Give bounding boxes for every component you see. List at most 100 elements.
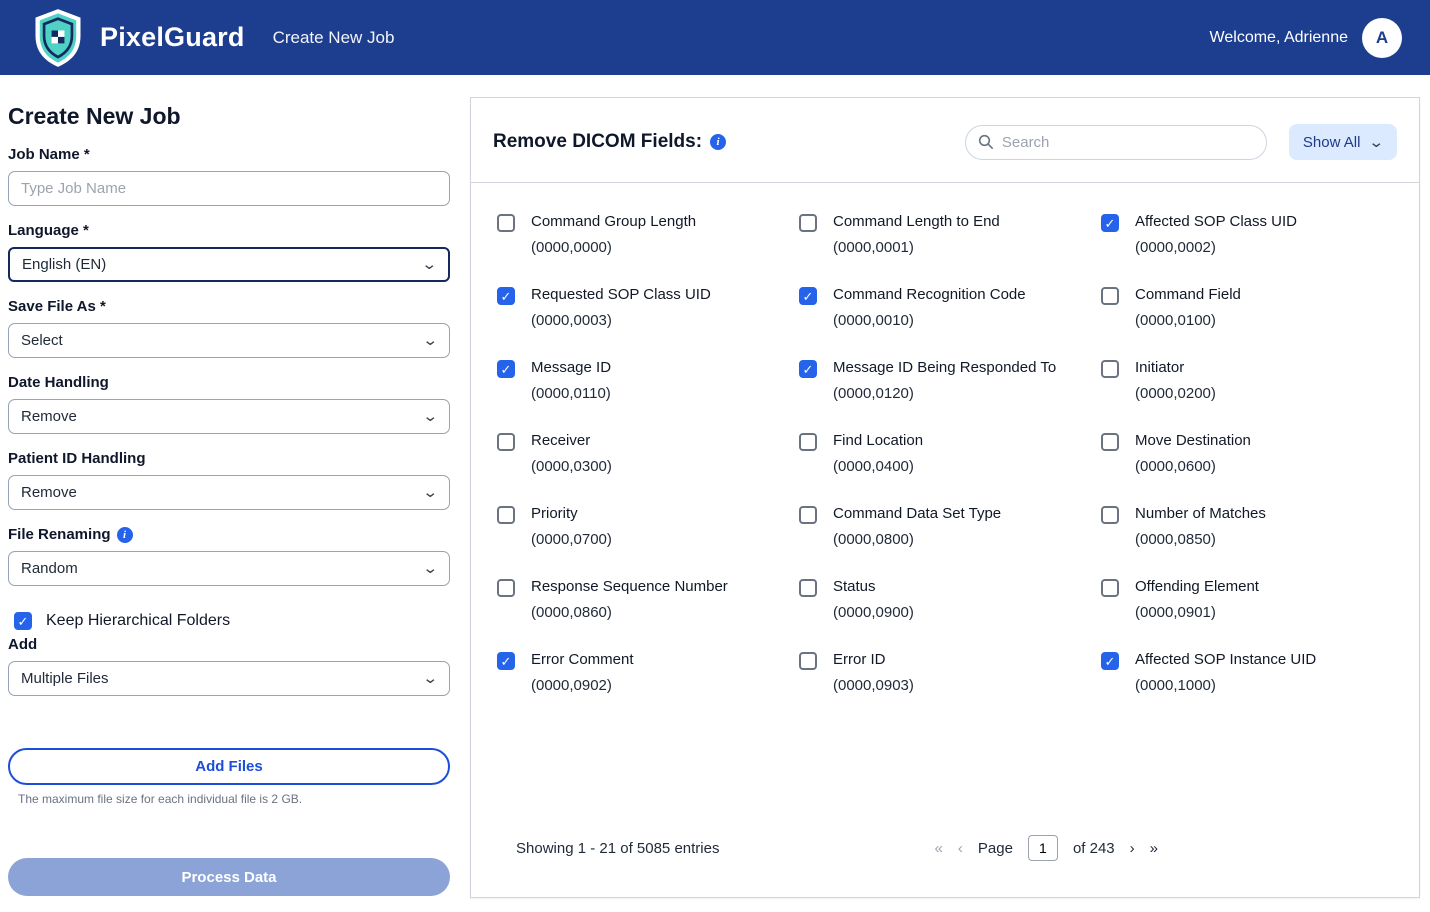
dicom-field-label: Response Sequence Number	[531, 578, 728, 595]
dicom-field-label: Offending Element	[1135, 578, 1259, 595]
date-handling-select[interactable]: Remove ⌄	[8, 399, 450, 434]
save-file-as-label: Save File As *	[8, 298, 106, 315]
dicom-field-item: Number of Matches (0000,0850)	[1101, 505, 1393, 548]
add-files-button[interactable]: Add Files	[8, 748, 450, 785]
dicom-field-checkbox[interactable]	[1101, 579, 1119, 597]
dicom-field-checkbox[interactable]	[497, 652, 515, 670]
dicom-field-label: Affected SOP Instance UID	[1135, 651, 1317, 668]
dicom-field-item: Move Destination (0000,0600)	[1101, 432, 1393, 475]
dicom-field-code: (0000,0200)	[1135, 385, 1216, 402]
dicom-field-item: Offending Element (0000,0901)	[1101, 578, 1393, 621]
dicom-field-item: Message ID Being Responded To (0000,0120)	[799, 359, 1091, 402]
chevron-down-icon: ⌄	[422, 332, 439, 349]
chevron-down-icon: ⌄	[1368, 133, 1385, 151]
dicom-field-checkbox[interactable]	[497, 214, 515, 232]
dicom-field-label: Affected SOP Class UID	[1135, 213, 1298, 230]
dicom-field-item: Command Data Set Type (0000,0800)	[799, 505, 1091, 548]
dicom-field-code: (0000,0902)	[531, 677, 612, 694]
dicom-field-label: Find Location	[833, 432, 924, 449]
chevron-down-icon: ⌄	[422, 484, 439, 501]
create-job-form: Create New Job Job Name * Language * Eng…	[0, 75, 450, 896]
info-icon[interactable]: i	[710, 134, 727, 150]
show-all-dropdown[interactable]: Show All ⌄	[1288, 124, 1397, 160]
dicom-field-code: (0000,0903)	[833, 677, 914, 694]
dicom-field-checkbox[interactable]	[1101, 652, 1119, 670]
file-renaming-select[interactable]: Random ⌄	[8, 551, 450, 586]
search-input[interactable]	[1001, 133, 1254, 151]
page-number-input[interactable]	[1027, 835, 1058, 861]
dicom-field-code: (0000,0800)	[833, 531, 914, 548]
dicom-field-checkbox[interactable]	[799, 287, 817, 305]
dicom-field-code: (0000,0860)	[531, 604, 612, 621]
dicom-field-code: (0000,0850)	[1135, 531, 1216, 548]
dicom-field-code: (0000,0900)	[833, 604, 914, 621]
welcome-text: Welcome, Adrienne	[1209, 28, 1348, 46]
dicom-field-checkbox[interactable]	[1101, 506, 1119, 524]
panel-title: Remove DICOM Fields: i	[493, 131, 727, 153]
dicom-field-label: Receiver	[531, 432, 591, 449]
dicom-field-label: Requested SOP Class UID	[531, 286, 711, 303]
dicom-field-item: Priority (0000,0700)	[497, 505, 789, 548]
dicom-field-code: (0000,0001)	[833, 239, 914, 256]
dicom-field-checkbox[interactable]	[799, 433, 817, 451]
info-icon[interactable]: i	[116, 526, 133, 543]
dicom-field-checkbox[interactable]	[799, 579, 817, 597]
dicom-field-label: Error ID	[833, 651, 886, 668]
dicom-field-label: Initiator	[1135, 359, 1185, 376]
dicom-field-label: Command Recognition Code	[833, 286, 1026, 303]
add-label: Add	[8, 636, 38, 653]
show-all-label: Show All	[1302, 133, 1361, 151]
dicom-field-label: Message ID Being Responded To	[833, 359, 1057, 376]
avatar[interactable]: A	[1362, 17, 1402, 58]
nav-item-create-new-job[interactable]: Create New Job	[273, 28, 395, 48]
add-select-value: Multiple Files	[21, 670, 109, 687]
panel-title-text: Remove DICOM Fields:	[493, 131, 703, 152]
prev-page-button[interactable]: ‹	[958, 840, 963, 857]
dicom-field-label: Message ID	[531, 359, 612, 376]
dicom-field-checkbox[interactable]	[497, 287, 515, 305]
dicom-field-code: (0000,0003)	[531, 312, 612, 329]
file-renaming-label: File Renaming i	[8, 526, 450, 543]
dicom-field-checkbox[interactable]	[497, 506, 515, 524]
dicom-field-code: (0000,0120)	[833, 385, 914, 402]
page-title: Create New Job	[8, 103, 181, 129]
dicom-field-code: (0000,0600)	[1135, 458, 1216, 475]
add-select[interactable]: Multiple Files ⌄	[8, 661, 450, 696]
language-select[interactable]: English (EN) ⌄	[8, 247, 450, 282]
dicom-field-checkbox[interactable]	[497, 360, 515, 378]
first-page-button[interactable]: «	[935, 840, 943, 857]
dicom-field-checkbox[interactable]	[497, 579, 515, 597]
language-select-value: English (EN)	[22, 256, 107, 273]
next-page-button[interactable]: ›	[1130, 840, 1135, 857]
dicom-field-item: Command Recognition Code (0000,0010)	[799, 286, 1091, 329]
dicom-field-checkbox[interactable]	[497, 433, 515, 451]
date-handling-label: Date Handling	[8, 374, 109, 391]
dicom-field-label: Command Data Set Type	[833, 505, 1002, 522]
dicom-field-checkbox[interactable]	[1101, 433, 1119, 451]
dicom-field-code: (0000,0100)	[1135, 312, 1216, 329]
dicom-field-checkbox[interactable]	[799, 214, 817, 232]
chevron-down-icon: ⌄	[421, 256, 438, 273]
dicom-field-item: Affected SOP Class UID (0000,0002)	[1101, 213, 1393, 256]
keep-hierarchical-checkbox[interactable]	[14, 612, 32, 630]
dicom-field-checkbox[interactable]	[1101, 287, 1119, 305]
save-file-as-select[interactable]: Select ⌄	[8, 323, 450, 358]
dicom-field-checkbox[interactable]	[1101, 360, 1119, 378]
dicom-field-item: Response Sequence Number (0000,0860)	[497, 578, 789, 621]
keep-hierarchical-label: Keep Hierarchical Folders	[46, 612, 231, 629]
dicom-field-checkbox[interactable]	[1101, 214, 1119, 232]
chevron-down-icon: ⌄	[422, 670, 439, 687]
job-name-input[interactable]	[8, 171, 450, 206]
dicom-field-item: Initiator (0000,0200)	[1101, 359, 1393, 402]
dicom-field-checkbox[interactable]	[799, 652, 817, 670]
dicom-field-checkbox[interactable]	[799, 506, 817, 524]
dicom-field-label: Status	[833, 578, 876, 595]
patient-id-handling-select[interactable]: Remove ⌄	[8, 475, 450, 510]
dicom-field-item: Command Group Length (0000,0000)	[497, 213, 789, 256]
dicom-field-label: Move Destination	[1135, 432, 1251, 449]
dicom-field-checkbox[interactable]	[799, 360, 817, 378]
brand-title: PixelGuard	[100, 22, 245, 52]
process-data-button[interactable]: Process Data	[8, 858, 450, 896]
last-page-button[interactable]: »	[1150, 840, 1158, 857]
panel-footer: Showing 1 - 21 of 5085 entries « ‹ Page …	[471, 815, 1419, 897]
